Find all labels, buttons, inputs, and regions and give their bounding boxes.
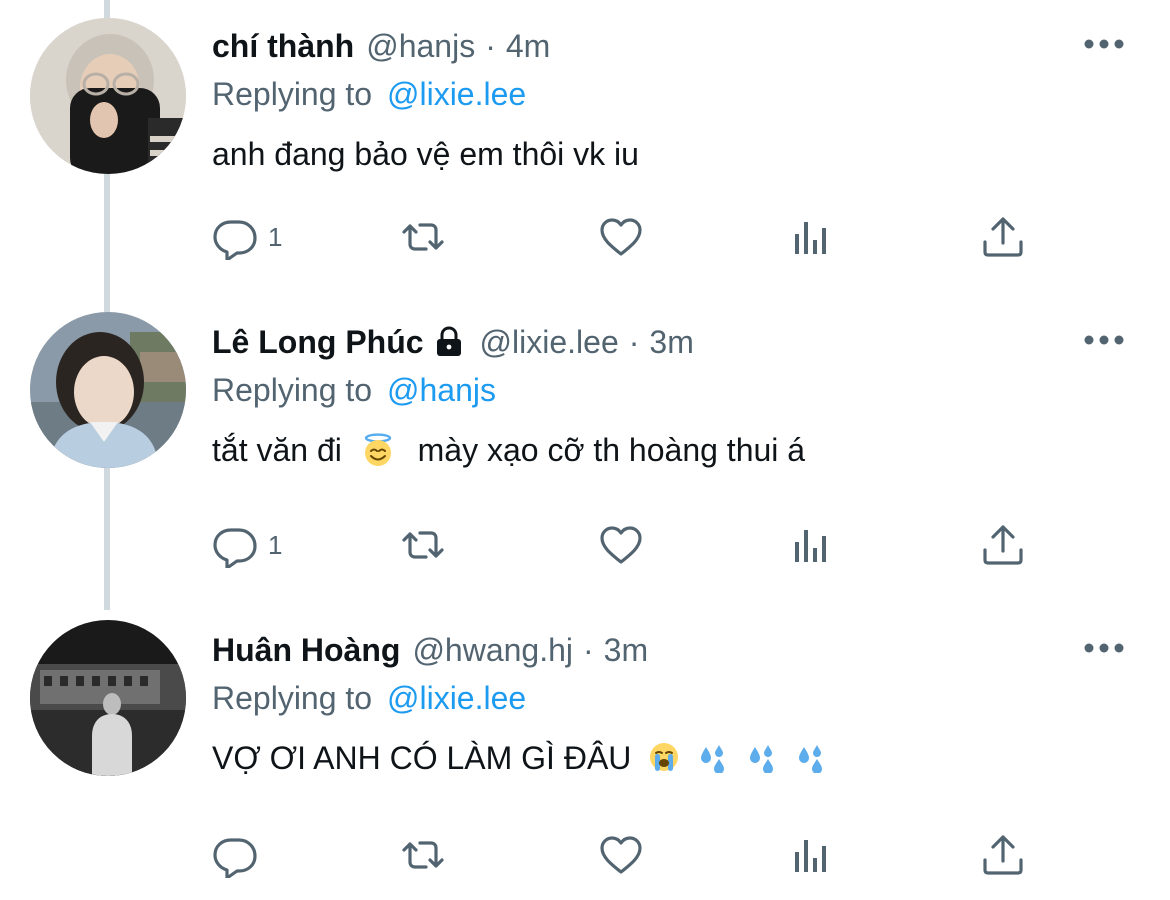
reply-bubble-icon [213, 220, 257, 260]
replying-to-mention[interactable]: @hanjs [387, 372, 496, 408]
separator-dot: · [628, 324, 640, 360]
analytics-bars-icon [795, 530, 826, 562]
replying-label: Replying to [212, 680, 373, 716]
analytics-bars-icon [795, 840, 826, 872]
more-horizontal-icon[interactable] [1084, 34, 1124, 54]
tweet-text: VỢ ƠI ANH CÓ LÀM GÌ ĐÂU [212, 736, 827, 780]
replying-to-mention[interactable]: @lixie.lee [387, 76, 526, 112]
tweet-text-after-emoji: mày xạo cỡ th hoàng thui á [417, 432, 806, 468]
views-button[interactable] [790, 522, 836, 568]
smiling-face-with-halo-emoji [364, 433, 391, 466]
replying-to-line: Replying to @lixie.lee [212, 676, 526, 720]
avatar[interactable] [30, 312, 186, 468]
sweat-droplets-emoji [701, 745, 725, 773]
retweet-icon [402, 841, 444, 869]
tweet-text-content: VỢ ƠI ANH CÓ LÀM GÌ ĐÂU [212, 740, 632, 776]
display-name[interactable]: chí thành [212, 24, 354, 68]
share-button[interactable] [980, 832, 1026, 878]
separator-dot: · [583, 632, 594, 668]
timestamp[interactable]: 3m [604, 628, 648, 672]
reply-button[interactable]: 1 [212, 214, 282, 260]
user-handle[interactable]: @hwang.hj [412, 628, 573, 672]
retweet-button[interactable] [400, 214, 446, 260]
analytics-bars-icon [795, 222, 826, 254]
action-bar [212, 832, 1072, 878]
tweet-header: Huân Hoàng @hwang.hj · 3m [212, 628, 648, 672]
share-upload-icon [983, 217, 1023, 257]
retweet-icon [402, 531, 444, 559]
retweet-button[interactable] [400, 832, 446, 878]
avatar-photo [30, 312, 186, 468]
loudly-crying-face-emoji [650, 743, 679, 771]
separator-dot: · [485, 28, 496, 64]
avatar[interactable] [30, 620, 186, 776]
display-name[interactable]: Huân Hoàng [212, 628, 400, 672]
reply-button[interactable]: 1 [212, 522, 282, 568]
user-handle[interactable]: @lixie.lee [480, 320, 619, 364]
heart-icon [600, 836, 642, 874]
tweet-header: chí thành @hanjs · 4m [212, 24, 550, 68]
tweet-text: tắt văn đi mày xạo cỡ th hoàng thui á [212, 428, 805, 472]
sweat-droplets-emoji [750, 745, 774, 773]
views-button[interactable] [790, 832, 836, 878]
replying-label: Replying to [212, 76, 373, 112]
heart-icon [600, 526, 642, 564]
tweet-text-before-emoji: tắt văn đi [212, 432, 342, 468]
heart-icon [600, 218, 642, 256]
replying-to-line: Replying to @lixie.lee [212, 72, 526, 116]
share-upload-icon [983, 525, 1023, 565]
action-bar: 1 [212, 522, 1072, 568]
reply-count: 1 [268, 221, 283, 252]
replying-to-line: Replying to @hanjs [212, 368, 496, 412]
reply-button[interactable] [212, 832, 268, 878]
user-handle[interactable]: @hanjs [366, 24, 475, 68]
avatar-photo [30, 18, 186, 174]
replying-to-mention[interactable]: @lixie.lee [387, 680, 526, 716]
more-horizontal-icon[interactable] [1084, 638, 1124, 658]
like-button[interactable] [598, 832, 644, 878]
lock-icon [436, 326, 461, 356]
reply-bubble-icon [213, 838, 257, 878]
tweet-text: anh đang bảo vệ em thôi vk iu [212, 132, 639, 176]
retweet-icon [402, 223, 444, 251]
display-name[interactable]: Lê Long Phúc [212, 320, 424, 364]
retweet-button[interactable] [400, 522, 446, 568]
like-button[interactable] [598, 522, 644, 568]
share-button[interactable] [980, 522, 1026, 568]
tweet-header: Lê Long Phúc @lixie.lee · 3m [212, 320, 694, 364]
action-bar: 1 [212, 214, 1072, 260]
sweat-droplets-emoji [798, 745, 822, 773]
timestamp[interactable]: 4m [506, 24, 550, 68]
avatar[interactable] [30, 18, 186, 174]
like-button[interactable] [598, 214, 644, 260]
avatar-photo [30, 620, 186, 776]
reply-count: 1 [268, 529, 283, 560]
reply-bubble-icon [213, 528, 257, 568]
replying-label: Replying to [212, 372, 373, 408]
more-horizontal-icon[interactable] [1084, 330, 1124, 350]
views-button[interactable] [790, 214, 836, 260]
share-button[interactable] [980, 214, 1026, 260]
tweet-text-content: anh đang bảo vệ em thôi vk iu [212, 136, 639, 172]
share-upload-icon [983, 835, 1023, 875]
timestamp[interactable]: 3m [649, 320, 693, 364]
